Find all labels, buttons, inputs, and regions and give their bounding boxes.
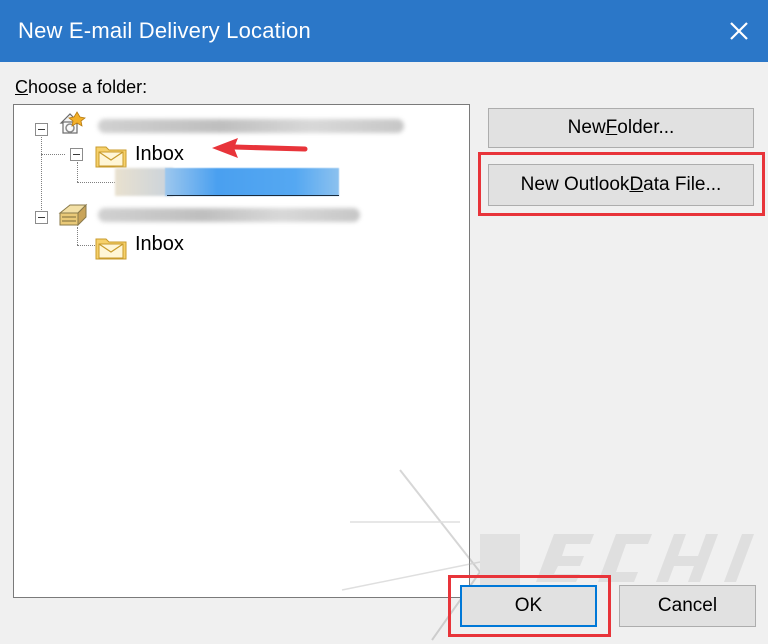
tree-connector <box>41 130 42 218</box>
close-button[interactable] <box>710 0 768 62</box>
folder-tree[interactable]: Inbox Inbox <box>13 104 470 598</box>
mailbox-home-icon <box>59 111 86 134</box>
close-icon <box>730 22 748 40</box>
inbox-folder-icon <box>95 146 127 168</box>
tree-connector <box>41 154 65 155</box>
tree-item-inbox[interactable]: Inbox <box>135 233 184 256</box>
choose-folder-label: Choose a folder: <box>15 77 148 97</box>
cancel-button[interactable]: Cancel <box>619 585 756 627</box>
tree-connector <box>77 182 115 183</box>
selected-subfolder[interactable] <box>115 168 339 196</box>
title-bar: New E-mail Delivery Location <box>0 0 768 62</box>
tree-connector <box>77 162 78 182</box>
account-name-redacted <box>98 119 404 133</box>
pointer-arrow-icon <box>212 138 308 158</box>
new-folder-button[interactable]: New Folder... <box>488 108 754 148</box>
new-outlook-data-file-button[interactable]: New Outlook Data File... <box>488 164 754 206</box>
collapse-toggle[interactable] <box>35 123 48 136</box>
collapse-toggle[interactable] <box>35 211 48 224</box>
data-file-icon <box>58 203 88 227</box>
ok-button[interactable]: OK <box>460 585 597 627</box>
collapse-toggle[interactable] <box>70 148 83 161</box>
tree-item-inbox[interactable]: Inbox <box>135 143 184 166</box>
inbox-folder-icon <box>95 238 127 260</box>
tree-connector <box>77 227 78 245</box>
dialog-body: Choose a folder: Inbox Inbox New F older… <box>0 62 768 644</box>
dialog-title: New E-mail Delivery Location <box>18 18 311 43</box>
account-name-redacted <box>98 208 360 222</box>
